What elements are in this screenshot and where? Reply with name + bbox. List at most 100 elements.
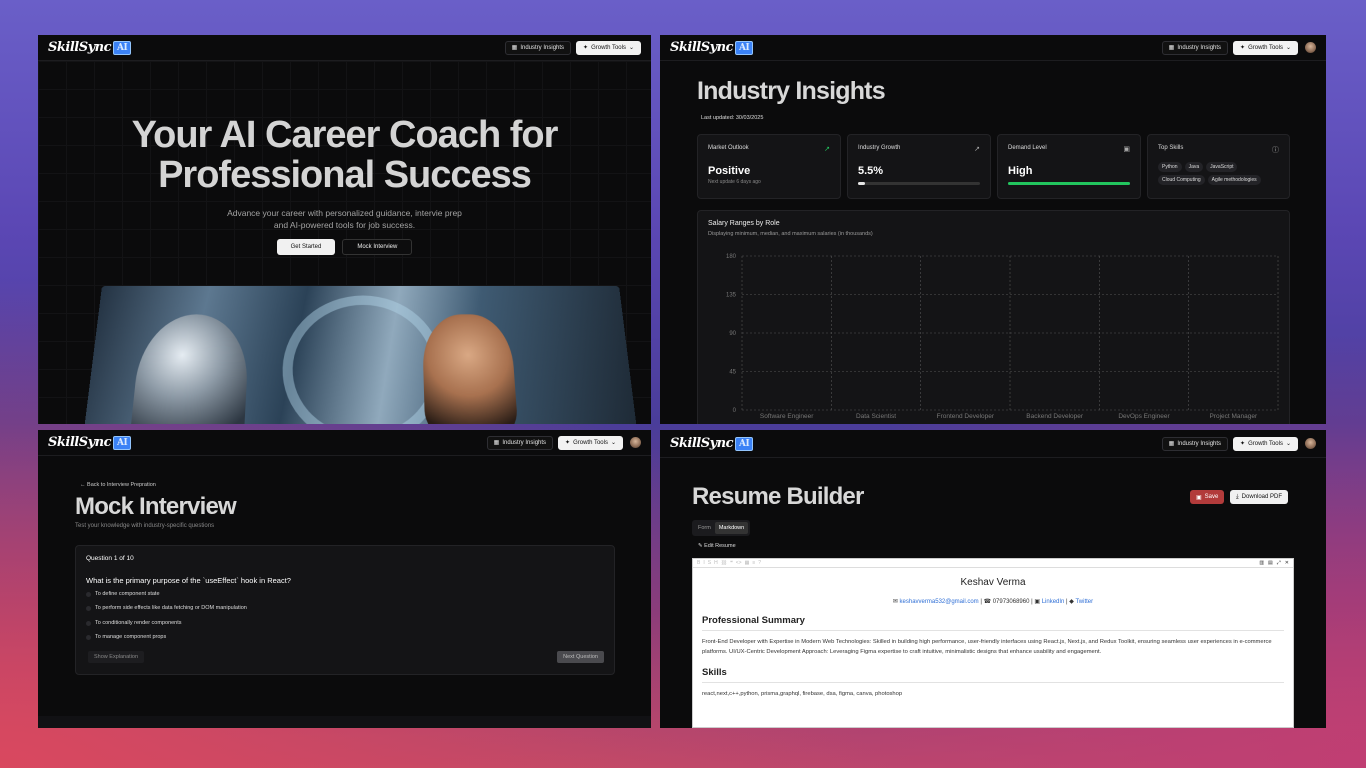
x-tick-label: Software Engineer — [760, 413, 814, 420]
last-updated: Last updated: 30/03/2025 — [701, 115, 763, 121]
logo[interactable]: SkillSync AI — [48, 435, 131, 450]
industry-insights-button[interactable]: ▦ Industry Insights — [1162, 41, 1228, 55]
y-tick-label: 180 — [726, 254, 737, 260]
info-icon: ⓘ — [1272, 145, 1279, 155]
hero-image-person — [422, 314, 519, 424]
page-title: Mock Interview — [75, 493, 236, 521]
quote-icon[interactable]: ❝ — [730, 560, 733, 566]
answer-option[interactable]: To conditionally render components — [86, 620, 182, 626]
next-question-button[interactable]: Next Question — [557, 651, 604, 663]
growth-tools-button[interactable]: ✦ Growth Tools ⌄ — [558, 436, 623, 450]
avatar[interactable] — [1305, 438, 1316, 449]
edit-resume-toggle[interactable]: ✎ Edit Resume — [698, 543, 736, 549]
resume-preview[interactable]: B I S H ⛓ ❝ <> ▦ ≡? ▥ ▤ ⤢ ✕ Keshav Verma ✉ keshavve… — [692, 558, 1294, 728]
logo[interactable]: SkillSync AI — [48, 40, 131, 55]
card-label: Top Skills — [1158, 145, 1279, 151]
table-icon[interactable]: ▦ — [745, 560, 750, 566]
briefcase-icon: ▣ — [1123, 145, 1130, 153]
radio-button[interactable] — [86, 606, 91, 611]
skill-tag: Cloud Computing — [1158, 175, 1205, 185]
save-button[interactable]: ▣ Save — [1190, 490, 1224, 504]
help-icon[interactable]: ? — [758, 560, 761, 566]
logo[interactable]: SkillSync AI — [670, 436, 753, 451]
dashboard-icon: ▦ — [1169, 440, 1175, 447]
back-link[interactable]: ← Back to Interview Prepration — [80, 482, 156, 488]
preview-icon[interactable]: ▤ — [1268, 560, 1273, 566]
insights-screenshot: SkillSync AI ▦ Industry Insights ✦ Growth T… — [660, 35, 1326, 424]
growth-progress-bar — [858, 182, 980, 185]
skills-text: react,next,c++,python, prisma,graphql, f… — [702, 689, 1284, 699]
chevron-down-icon: ⌄ — [1286, 44, 1291, 51]
summary-heading: Professional Summary — [702, 615, 1284, 631]
dashboard-icon: ▦ — [1169, 44, 1175, 51]
answer-option[interactable]: To define component state — [86, 591, 160, 597]
italic-icon[interactable]: I — [703, 560, 704, 566]
get-started-button[interactable]: Get Started — [277, 239, 336, 255]
strikethrough-icon[interactable]: S — [708, 560, 711, 566]
industry-insights-button[interactable]: ▦ Industry Insights — [487, 436, 553, 450]
y-tick-label: 45 — [729, 370, 736, 376]
logo[interactable]: SkillSync AI — [670, 40, 753, 55]
navbar: SkillSync AI ▦ Industry Insights ✦ Growth T… — [660, 430, 1326, 458]
split-view-icon[interactable]: ▥ — [1259, 560, 1264, 566]
page-title: Resume Builder — [692, 483, 864, 511]
radio-button[interactable] — [86, 592, 91, 597]
answer-option[interactable]: To manage component props — [86, 634, 166, 640]
card-label: Industry Growth — [858, 145, 980, 151]
link-icon[interactable]: ⛓ — [721, 560, 727, 566]
contact-line: ✉ keshavverma532@gmail.com | ☎ 079730689… — [693, 598, 1293, 605]
y-tick-label: 0 — [733, 408, 737, 414]
growth-tools-button[interactable]: ✦ Growth Tools ⌄ — [1233, 437, 1298, 451]
card-label: Market Outlook — [708, 145, 830, 151]
sparkles-icon: ✦ — [583, 44, 588, 51]
resume-name: Keshav Verma — [693, 577, 1293, 588]
card-value: 5.5% — [858, 165, 980, 177]
industry-insights-button[interactable]: ▦ Industry Insights — [1162, 437, 1228, 451]
chevron-down-icon: ⌄ — [629, 44, 634, 51]
briefcase-icon: ▣ — [1034, 599, 1041, 605]
email-link[interactable]: keshavverma532@gmail.com — [900, 599, 979, 605]
top-skills-card: Top Skills ⓘ Python Java JavaScript Clou… — [1147, 134, 1290, 199]
hero-image-ring — [280, 296, 447, 424]
linkedin-link[interactable]: LinkedIn — [1042, 599, 1065, 605]
close-icon[interactable]: ✕ — [1285, 560, 1289, 566]
skill-tag: Agile methodologies — [1208, 175, 1261, 185]
growth-tools-button[interactable]: ✦ Growth Tools ⌄ — [1233, 41, 1298, 55]
sparkles-icon: ✦ — [1240, 440, 1245, 447]
summary-text: Front-End Developer with Expertise in Mo… — [702, 637, 1284, 657]
avatar[interactable] — [1305, 42, 1316, 53]
hero-image — [83, 286, 637, 424]
radio-button[interactable] — [86, 621, 91, 626]
twitter-link[interactable]: Twitter — [1075, 599, 1093, 605]
code-icon[interactable]: <> — [736, 560, 742, 566]
bold-icon[interactable]: B — [697, 560, 700, 566]
x-tick-label: Project Manager — [1209, 413, 1258, 420]
sparkles-icon: ✦ — [1240, 44, 1245, 51]
y-tick-label: 135 — [726, 293, 737, 299]
progress-fill — [858, 182, 865, 185]
resume-builder-screenshot: SkillSync AI ▦ Industry Insights ✦ Growth T… — [660, 430, 1326, 728]
avatar[interactable] — [630, 437, 641, 448]
mock-interview-button[interactable]: Mock Interview — [342, 239, 412, 255]
navbar: SkillSync AI ▦ Industry Insights ✦ Growth T… — [38, 430, 651, 456]
download-pdf-button[interactable]: ⤓ Download PDF — [1230, 490, 1288, 504]
tab-form[interactable]: Form — [694, 522, 715, 534]
email-icon: ✉ — [893, 599, 900, 605]
hero-image-robot — [128, 314, 251, 424]
dashboard-icon: ▦ — [494, 439, 500, 446]
card-label: Demand Level — [1008, 145, 1130, 151]
x-tick-label: DevOps Engineer — [1118, 413, 1170, 420]
card-subtext: Next update 6 days ago — [708, 179, 830, 185]
save-icon: ▣ — [1196, 494, 1202, 501]
growth-tools-button[interactable]: ✦ Growth Tools ⌄ — [576, 41, 641, 55]
industry-insights-button[interactable]: ▦ Industry Insights — [505, 41, 571, 55]
radio-button[interactable] — [86, 635, 91, 640]
tab-markdown[interactable]: Markdown — [715, 522, 748, 534]
answer-option[interactable]: To perform side effects like data fetchi… — [86, 605, 247, 611]
fullscreen-icon[interactable]: ⤢ — [1277, 560, 1281, 566]
editor-toolbar: B I S H ⛓ ❝ <> ▦ ≡? ▥ ▤ ⤢ ✕ — [693, 559, 1293, 568]
card-value: Positive — [708, 165, 830, 177]
show-explanation-button[interactable]: Show Explanation — [88, 651, 144, 663]
list-icon[interactable]: ≡ — [752, 560, 755, 566]
heading-icon[interactable]: H — [714, 560, 718, 566]
